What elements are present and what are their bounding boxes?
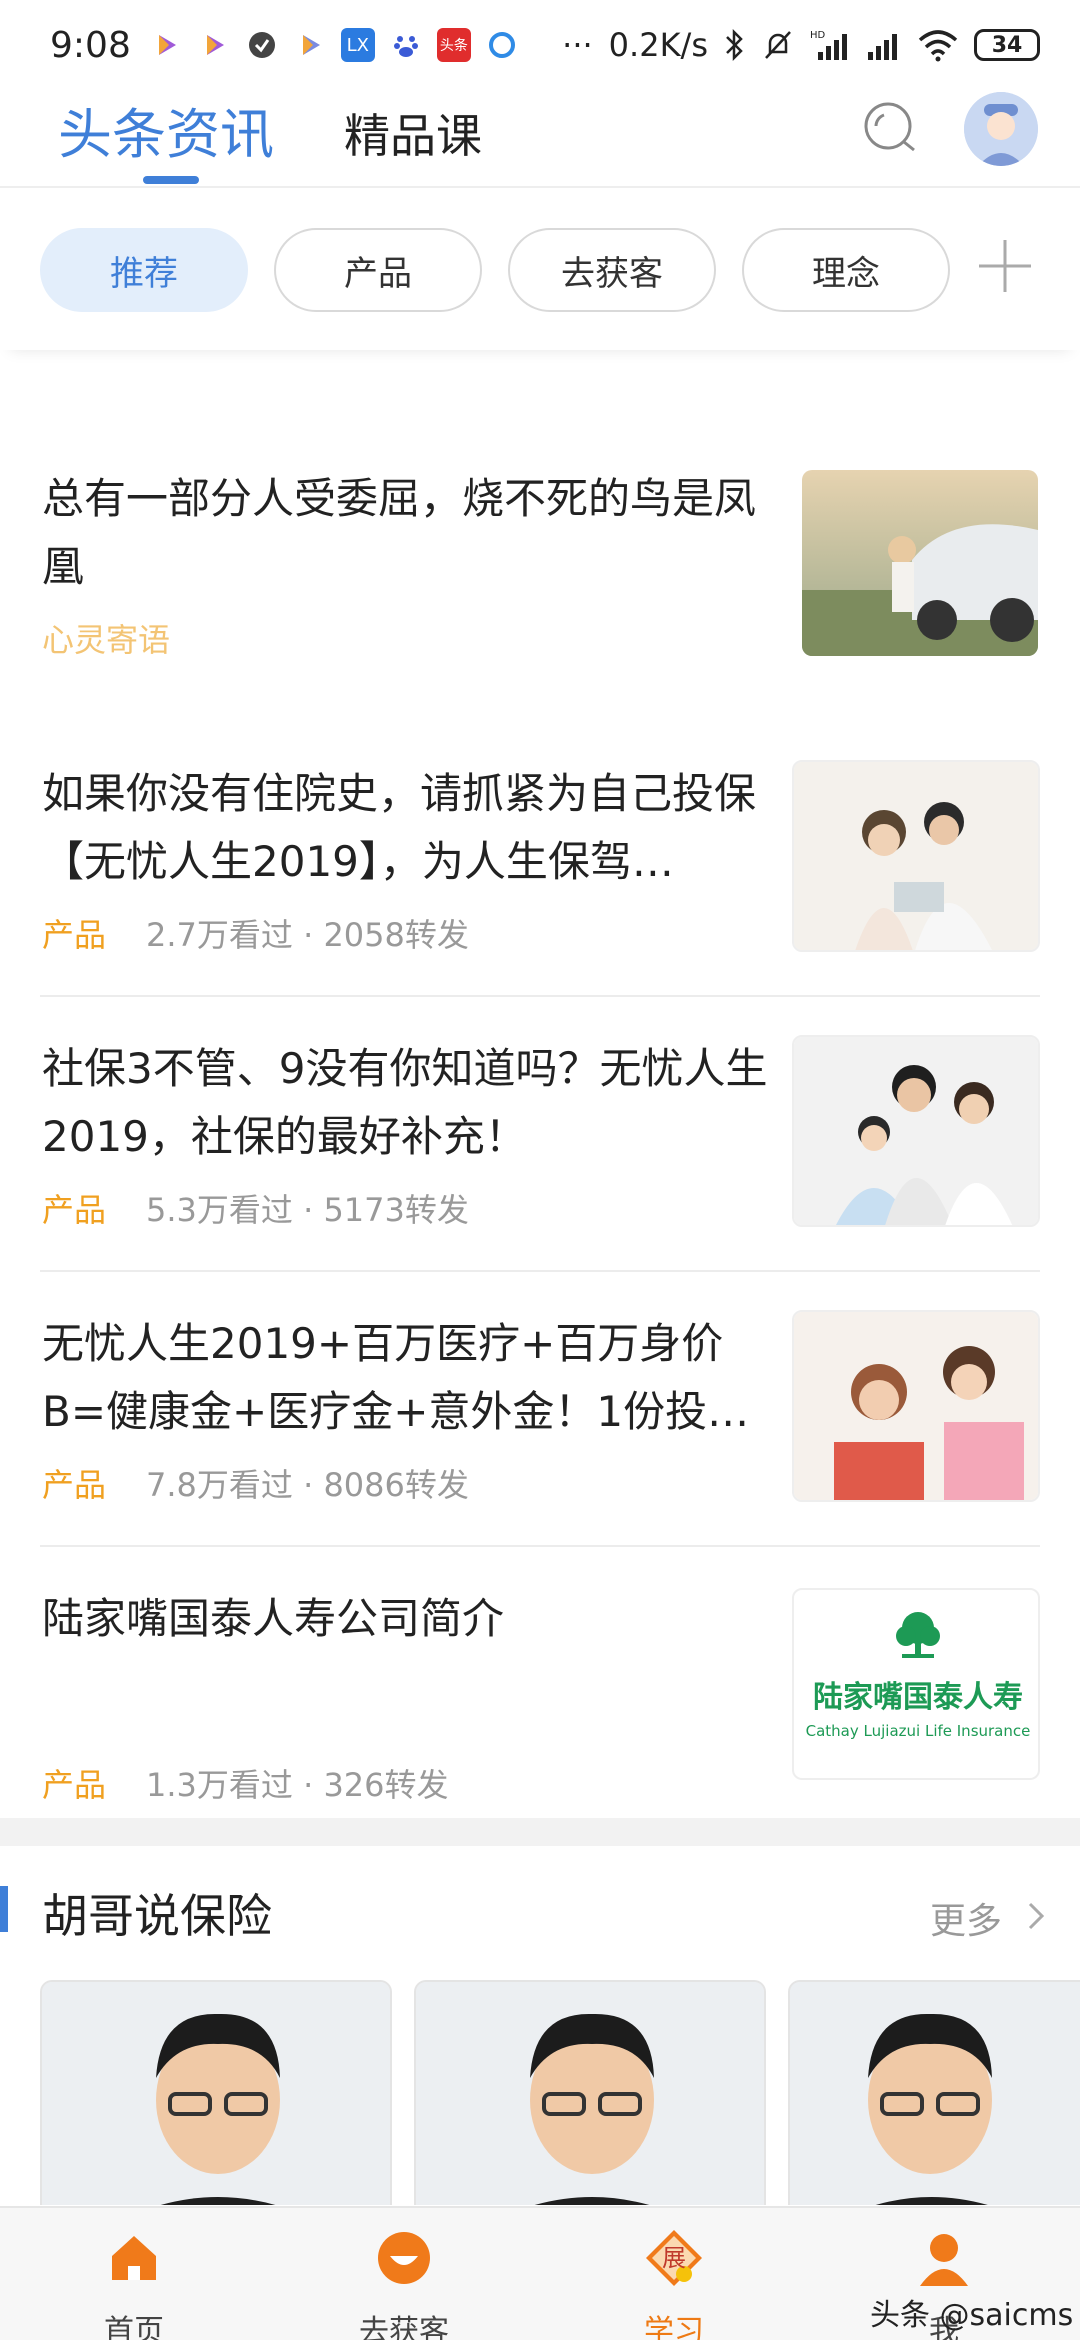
tab-label: 学习 [644, 2314, 704, 2340]
chip-philosophy[interactable]: 理念 [742, 228, 950, 312]
chip-products[interactable]: 产品 [274, 228, 482, 312]
view-count: 1.3万看过 · 326转发 [146, 1766, 449, 1804]
list-item[interactable]: 如果你没有住院史，请抓紧为自己投保【无忧人生2019】，为人生保驾… 产品 2.… [40, 760, 1040, 960]
article-meta: 心灵寄语 [42, 615, 170, 661]
svg-text:HD: HD [810, 30, 826, 41]
article-title[interactable]: 社保3不管、9没有你知道吗？无忧人生2019，社保的最好补充！ [42, 1035, 782, 1171]
active-tab-indicator [143, 176, 199, 184]
signal-icon [868, 34, 897, 60]
home-icon [112, 2236, 156, 2280]
list-item[interactable]: 总有一部分人受委屈，烧不死的鸟是凤凰 心灵寄语 [40, 465, 1040, 675]
article-title[interactable]: 如果你没有住院史，请抓紧为自己投保【无忧人生2019】，为人生保驾… [42, 760, 782, 896]
list-item[interactable]: 无忧人生2019+百万医疗+百万身价B=健康金+医疗金+意外金！1份投… 产品 … [40, 1310, 1040, 1510]
tab-label: 去获客 [359, 2314, 449, 2340]
study-badge-icon: 展 [646, 2230, 702, 2286]
chip-recommended[interactable]: 推荐 [40, 228, 248, 312]
article-meta: 产品 5.3万看过 · 5173转发 [42, 1185, 469, 1231]
check-circle-icon [245, 28, 279, 62]
section-header: 胡哥说保险 更多 [0, 1846, 1080, 1976]
network-speed: 0.2K/s [608, 26, 708, 64]
section-title: 胡哥说保险 [42, 1889, 272, 1943]
article-meta: 产品 1.3万看过 · 326转发 [42, 1760, 449, 1806]
view-count: 2.7万看过 · 2058转发 [146, 916, 469, 954]
article-title[interactable]: 总有一部分人受委屈，烧不死的鸟是凤凰 [42, 465, 782, 601]
article-thumbnail: 陆家嘴国泰人寿 Cathay Lujiazui Life Insurance [792, 1588, 1040, 1780]
search-icon[interactable] [860, 98, 922, 160]
person-icon [920, 2234, 968, 2286]
tab-study[interactable]: 展 学习 [574, 2228, 774, 2340]
divider [40, 1545, 1040, 1547]
view-count: 5.3万看过 · 5173转发 [146, 1191, 469, 1229]
tab-get-customers[interactable]: 去获客 [304, 2228, 504, 2340]
view-count: 7.8万看过 · 8086转发 [146, 1466, 469, 1504]
avatar[interactable] [964, 92, 1038, 166]
article-category: 心灵寄语 [42, 621, 171, 659]
section-divider [0, 1818, 1080, 1846]
divider [40, 1270, 1040, 1272]
mute-bell-icon [765, 31, 791, 59]
article-title[interactable]: 陆家嘴国泰人寿公司简介 [42, 1585, 782, 1653]
video-card[interactable] [414, 1980, 766, 2205]
divider [40, 995, 1040, 997]
video-card[interactable] [788, 1980, 1080, 2205]
battery-indicator: 34 [974, 29, 1040, 61]
tab-premium-courses[interactable]: 精品课 [344, 100, 482, 166]
article-meta: 产品 7.8万看过 · 8086转发 [42, 1460, 469, 1506]
top-nav: 头条资讯 精品课 [0, 90, 1080, 188]
video-card[interactable] [40, 1980, 392, 2205]
article-thumbnail [802, 470, 1038, 656]
list-item[interactable]: 社保3不管、9没有你知道吗？无忧人生2019，社保的最好补充！ 产品 5.3万看… [40, 1035, 1040, 1235]
play-icon [293, 28, 327, 62]
article-meta: 产品 2.7万看过 · 2058转发 [42, 910, 469, 956]
bluetooth-icon [726, 28, 743, 62]
tab-headlines[interactable]: 头条资讯 [58, 90, 274, 169]
list-item[interactable]: 陆家嘴国泰人寿公司简介 产品 1.3万看过 · 326转发 陆家嘴国泰人寿 Ca… [40, 1585, 1040, 1805]
article-category: 产品 [42, 1466, 107, 1504]
article-category: 产品 [42, 1191, 107, 1229]
article-thumbnail [792, 1035, 1040, 1227]
chevron-right-icon[interactable] [1022, 1898, 1050, 1934]
section-accent-bar [0, 1886, 8, 1932]
article-title[interactable]: 无忧人生2019+百万医疗+百万身价B=健康金+医疗金+意外金！1份投… [42, 1310, 782, 1446]
svg-text:展: 展 [662, 2244, 686, 2272]
tab-home[interactable]: 首页 [34, 2228, 234, 2340]
add-category-icon[interactable] [975, 236, 1035, 296]
watermark: 头条 @saicms [870, 2298, 1074, 2333]
play-icon [197, 28, 231, 62]
status-right: ··· 0.2K/s HD 34 [562, 26, 1040, 64]
status-bar: 9:08 LX 头条 ··· 0.2K/s HD 34 [0, 0, 1080, 90]
signal-hd-icon: HD [810, 30, 847, 60]
company-logo: 陆家嘴国泰人寿 Cathay Lujiazui Life Insurance [794, 1590, 1038, 1778]
article-category: 产品 [42, 1766, 107, 1804]
status-time: 9:08 [50, 24, 131, 66]
baidu-icon [389, 28, 423, 62]
video-cards [0, 1980, 1080, 2205]
browser-icon [485, 28, 519, 62]
more-dots: ··· [562, 26, 593, 64]
tab-label: 首页 [104, 2314, 164, 2340]
article-thumbnail [792, 1310, 1040, 1502]
wifi-icon [918, 30, 958, 62]
app-icon: LX [340, 28, 375, 62]
play-icon [149, 28, 183, 62]
article-category: 产品 [42, 916, 107, 954]
notification-icons: LX 头条 [149, 28, 519, 62]
article-thumbnail [792, 760, 1040, 952]
chip-get-customers[interactable]: 去获客 [508, 228, 716, 312]
more-link[interactable]: 更多 [930, 1892, 1002, 1944]
customer-icon [378, 2232, 430, 2284]
category-chips: 推荐 产品 去获客 理念 [0, 188, 1080, 350]
toutiao-icon: 头条 [436, 28, 471, 62]
